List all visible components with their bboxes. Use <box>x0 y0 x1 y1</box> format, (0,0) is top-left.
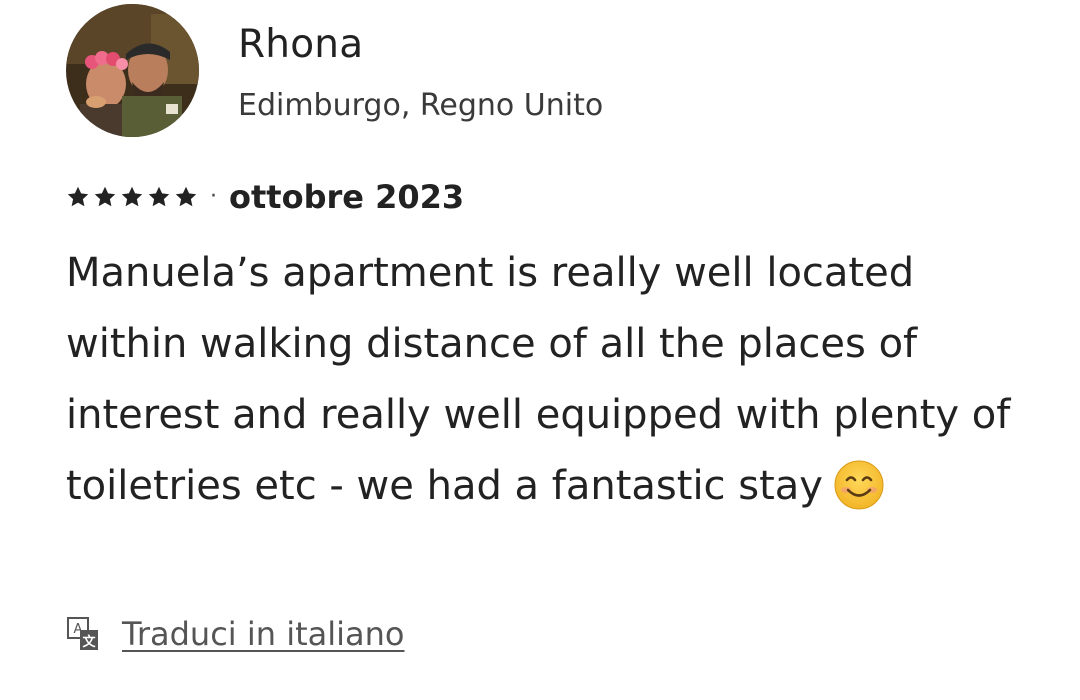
star-icon <box>148 186 170 207</box>
star-icon <box>67 186 89 207</box>
review-date: ottobre 2023 <box>229 178 465 216</box>
translate-link[interactable]: Traduci in italiano <box>122 615 405 653</box>
review-text: Manuela’s apartment is really well locat… <box>66 238 1026 522</box>
avatar[interactable] <box>66 4 199 137</box>
review-meta: · ottobre 2023 <box>66 175 464 219</box>
reviewer-avatar-photo <box>66 4 199 137</box>
star-icon <box>121 186 143 207</box>
star-rating <box>66 185 198 209</box>
review-card: Rhona Edimburgo, Regno Unito · ottobre 2… <box>0 0 1080 700</box>
smiling-face-icon <box>834 460 884 510</box>
reviewer-name: Rhona <box>238 22 364 67</box>
svg-text:文: 文 <box>82 634 96 650</box>
translate-row: A 文 Traduci in italiano <box>66 612 405 656</box>
translate-icon[interactable]: A 文 <box>66 616 102 652</box>
reviewer-location: Edimburgo, Regno Unito <box>238 88 604 123</box>
reviewer-header: Rhona Edimburgo, Regno Unito <box>66 4 766 138</box>
star-icon <box>175 186 197 207</box>
star-icon <box>94 186 116 207</box>
meta-separator: · <box>210 184 217 209</box>
